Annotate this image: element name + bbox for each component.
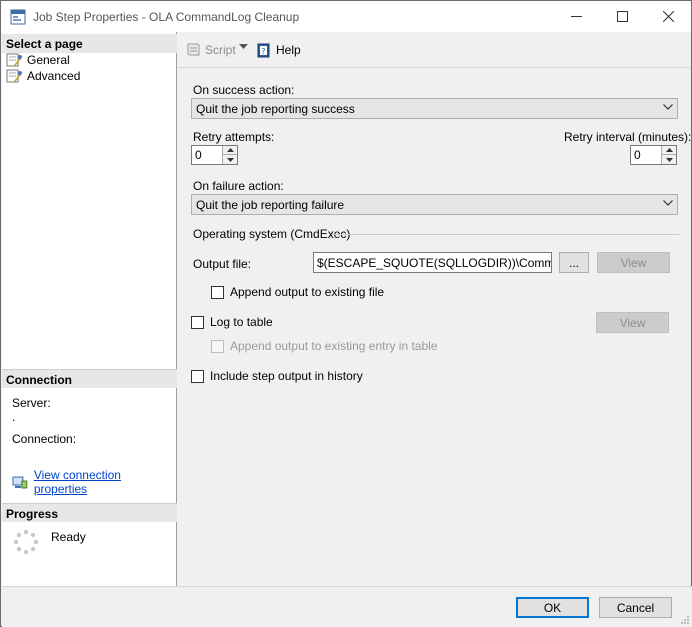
include-history-checkbox[interactable] <box>191 370 204 383</box>
page-item-label: General <box>27 53 70 67</box>
app-icon <box>10 9 26 25</box>
script-label: Script <box>205 43 236 57</box>
chevron-down-icon <box>665 157 673 162</box>
minimize-button[interactable] <box>553 1 599 32</box>
retry-attempts-stepper[interactable]: 0 <box>191 145 238 165</box>
close-icon <box>662 11 674 22</box>
connection-properties-icon <box>12 476 28 489</box>
chevron-down-icon <box>663 200 673 206</box>
output-file-label: Output file: <box>193 257 252 271</box>
window-title: Job Step Properties - OLA CommandLog Cle… <box>33 10 300 24</box>
maximize-button[interactable] <box>599 1 645 32</box>
progress-header: Progress <box>2 503 177 522</box>
resize-grip-icon[interactable] <box>680 615 690 625</box>
log-to-table-checkbox[interactable] <box>191 316 204 329</box>
svg-text:?: ? <box>261 47 265 56</box>
page-wrench-icon <box>6 53 22 67</box>
on-failure-action-value: Quit the job reporting failure <box>196 198 345 212</box>
chevron-down-icon <box>226 157 234 162</box>
stepper-buttons <box>661 146 676 164</box>
progress-spinner <box>12 528 40 559</box>
minimize-icon <box>570 16 582 17</box>
stepper-down-button[interactable] <box>662 155 676 164</box>
page-item-advanced[interactable]: Advanced <box>6 68 80 84</box>
page-item-label: Advanced <box>27 69 81 83</box>
view-connection-properties-label: View connection properties <box>33 468 121 496</box>
help-button[interactable]: ? Help <box>256 42 301 58</box>
append-output-checkbox[interactable] <box>211 286 224 299</box>
progress-status: Ready <box>51 530 86 544</box>
title-bar[interactable]: Job Step Properties - OLA CommandLog Cle… <box>1 1 691 32</box>
on-failure-label: On failure action: <box>193 179 284 193</box>
view-output-file-button[interactable]: View <box>597 252 670 273</box>
page-wrench-icon <box>6 69 22 83</box>
log-to-table-label: Log to table <box>210 315 273 329</box>
connection-header: Connection <box>2 369 177 388</box>
chevron-up-icon <box>665 148 673 152</box>
stepper-up-button[interactable] <box>223 146 237 155</box>
browse-output-file-button[interactable]: ... <box>559 252 589 273</box>
retry-attempts-value: 0 <box>195 148 202 162</box>
retry-interval-label: Retry interval (minutes): <box>564 130 692 144</box>
retry-interval-stepper[interactable]: 0 <box>630 145 677 165</box>
chevron-down-icon <box>663 104 673 110</box>
connection-label: Connection: <box>12 432 77 446</box>
append-table-label: Append output to existing entry in table <box>230 339 438 353</box>
dialog-button-bar: OK Cancel <box>2 586 692 627</box>
ok-button[interactable]: OK <box>516 597 589 618</box>
server-label: Server: <box>12 396 51 410</box>
on-success-label: On success action: <box>193 83 295 97</box>
page-item-general[interactable]: General <box>6 52 70 68</box>
include-history-label: Include step output in history <box>210 369 363 383</box>
on-success-action-value: Quit the job reporting success <box>196 102 355 116</box>
on-success-action-select[interactable]: Quit the job reporting success <box>191 98 678 119</box>
script-dropdown-button[interactable] <box>239 44 252 50</box>
help-label: Help <box>276 43 301 57</box>
close-button[interactable] <box>645 1 691 32</box>
retry-attempts-label: Retry attempts: <box>193 130 275 144</box>
chevron-up-icon <box>226 148 234 152</box>
select-page-header: Select a page <box>2 34 177 53</box>
help-book-icon: ? <box>257 43 270 58</box>
retry-interval-value: 0 <box>634 148 641 162</box>
progress-spinner-icon <box>13 529 39 555</box>
stepper-buttons <box>222 146 237 164</box>
append-table-checkbox[interactable] <box>211 340 224 353</box>
stepper-up-button[interactable] <box>662 146 676 155</box>
maximize-icon <box>616 11 628 22</box>
view-connection-properties-link[interactable]: View connection properties <box>12 468 176 496</box>
group-divider <box>332 234 679 235</box>
view-table-button[interactable]: View <box>596 312 669 333</box>
append-output-label: Append output to existing file <box>230 285 385 299</box>
server-value: . <box>12 410 16 424</box>
os-group-label: Operating system (CmdExec) <box>193 227 351 241</box>
chevron-down-icon <box>239 44 248 49</box>
script-icon <box>187 43 200 56</box>
advanced-page-content: On success action: Quit the job reportin… <box>178 69 691 586</box>
cancel-button[interactable]: Cancel <box>599 597 672 618</box>
script-button[interactable]: Script <box>185 42 236 58</box>
toolbar: Script ? Help <box>178 32 691 68</box>
job-step-properties-dialog: Job Step Properties - OLA CommandLog Cle… <box>0 0 692 627</box>
on-failure-action-select[interactable]: Quit the job reporting failure <box>191 194 678 215</box>
left-pane: Select a page General Advanced Connectio… <box>2 32 177 586</box>
output-file-input[interactable]: $(ESCAPE_SQUOTE(SQLLOGDIR))\CommandLog <box>313 252 552 273</box>
stepper-down-button[interactable] <box>223 155 237 164</box>
